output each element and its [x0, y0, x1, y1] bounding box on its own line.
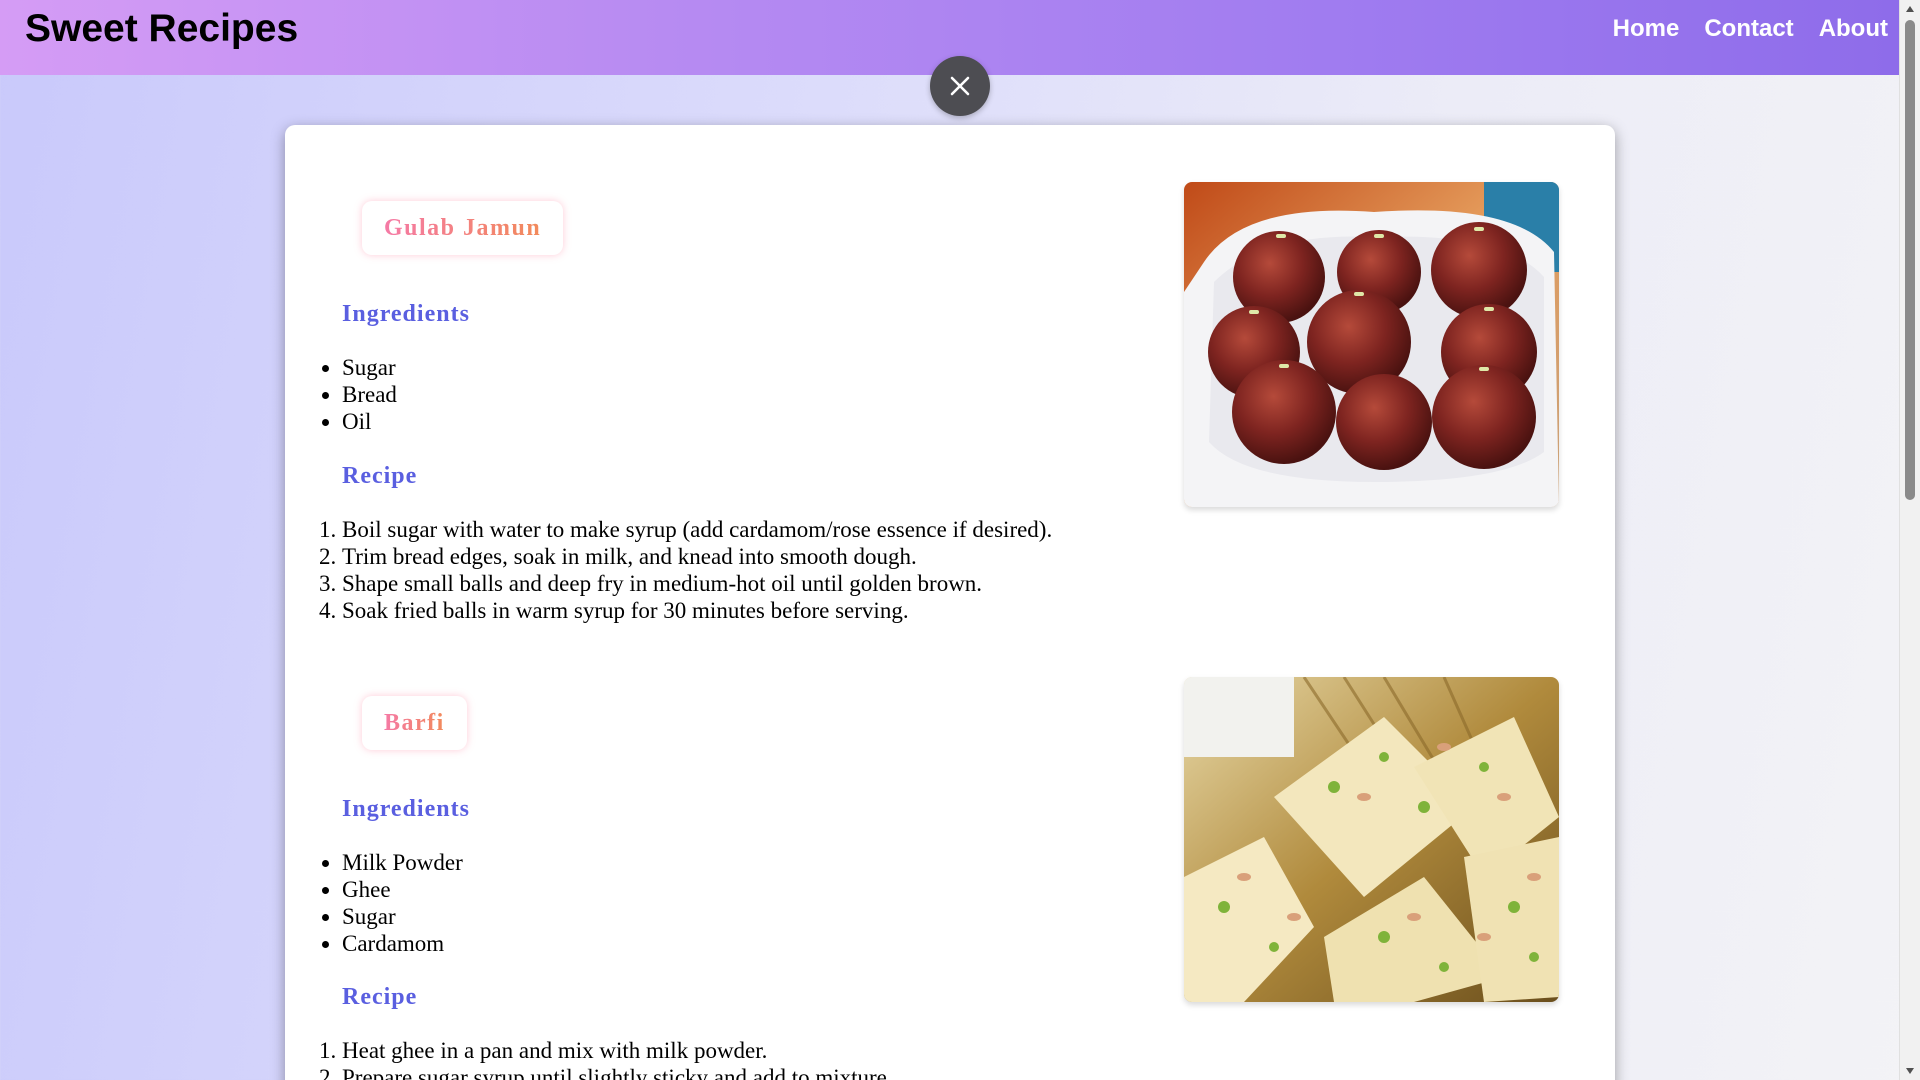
list-item: Cardamom: [342, 930, 463, 957]
recipe-heading: Recipe: [342, 984, 418, 1010]
scroll-down-icon[interactable]: [1900, 1062, 1920, 1080]
recipe-steps: Heat ghee in a pan and mix with milk pow…: [285, 1037, 893, 1080]
recipe-steps: Boil sugar with water to make syrup (add…: [285, 516, 1052, 624]
list-item: Sugar: [342, 354, 397, 381]
recipe-modal: Gulab Jamun Ingredients Sugar Bread Oil …: [285, 125, 1615, 1080]
list-item: Boil sugar with water to make syrup (add…: [342, 516, 1052, 543]
scroll-up-icon[interactable]: [1900, 0, 1920, 18]
list-item: Heat ghee in a pan and mix with milk pow…: [342, 1037, 893, 1064]
page-scrollbar[interactable]: [1899, 0, 1920, 1080]
site-brand[interactable]: Sweet Recipes: [25, 7, 298, 51]
list-item: Ghee: [342, 876, 463, 903]
list-item: Milk Powder: [342, 849, 463, 876]
list-item: Oil: [342, 408, 397, 435]
recipe-title: Barfi: [362, 696, 467, 750]
ingredients-heading: Ingredients: [342, 301, 470, 327]
recipe-title-text: Barfi: [384, 710, 445, 736]
close-icon: [950, 76, 970, 96]
list-item: Trim bread edges, soak in milk, and knea…: [342, 543, 1052, 570]
main-nav: Home Contact About: [1613, 15, 1888, 43]
list-item: Soak fried balls in warm syrup for 30 mi…: [342, 597, 1052, 624]
recipe-title-text: Gulab Jamun: [384, 215, 542, 241]
list-item: Shape small balls and deep fry in medium…: [342, 570, 1052, 597]
barfi-image: [1184, 677, 1559, 1002]
recipe-heading: Recipe: [342, 463, 418, 489]
nav-about-link[interactable]: About: [1819, 15, 1888, 43]
ingredients-list: Sugar Bread Oil: [285, 354, 397, 435]
ingredients-list: Milk Powder Ghee Sugar Cardamom: [285, 849, 463, 957]
list-item: Bread: [342, 381, 397, 408]
recipe-title: Gulab Jamun: [362, 201, 564, 255]
gulab-jamun-image: [1184, 182, 1559, 507]
nav-home-link[interactable]: Home: [1613, 15, 1680, 43]
close-button[interactable]: [930, 56, 990, 116]
ingredients-heading: Ingredients: [342, 796, 470, 822]
scrollbar-thumb[interactable]: [1905, 20, 1915, 500]
nav-contact-link[interactable]: Contact: [1704, 15, 1793, 43]
list-item: Prepare sugar syrup until slightly stick…: [342, 1064, 893, 1080]
list-item: Sugar: [342, 903, 463, 930]
